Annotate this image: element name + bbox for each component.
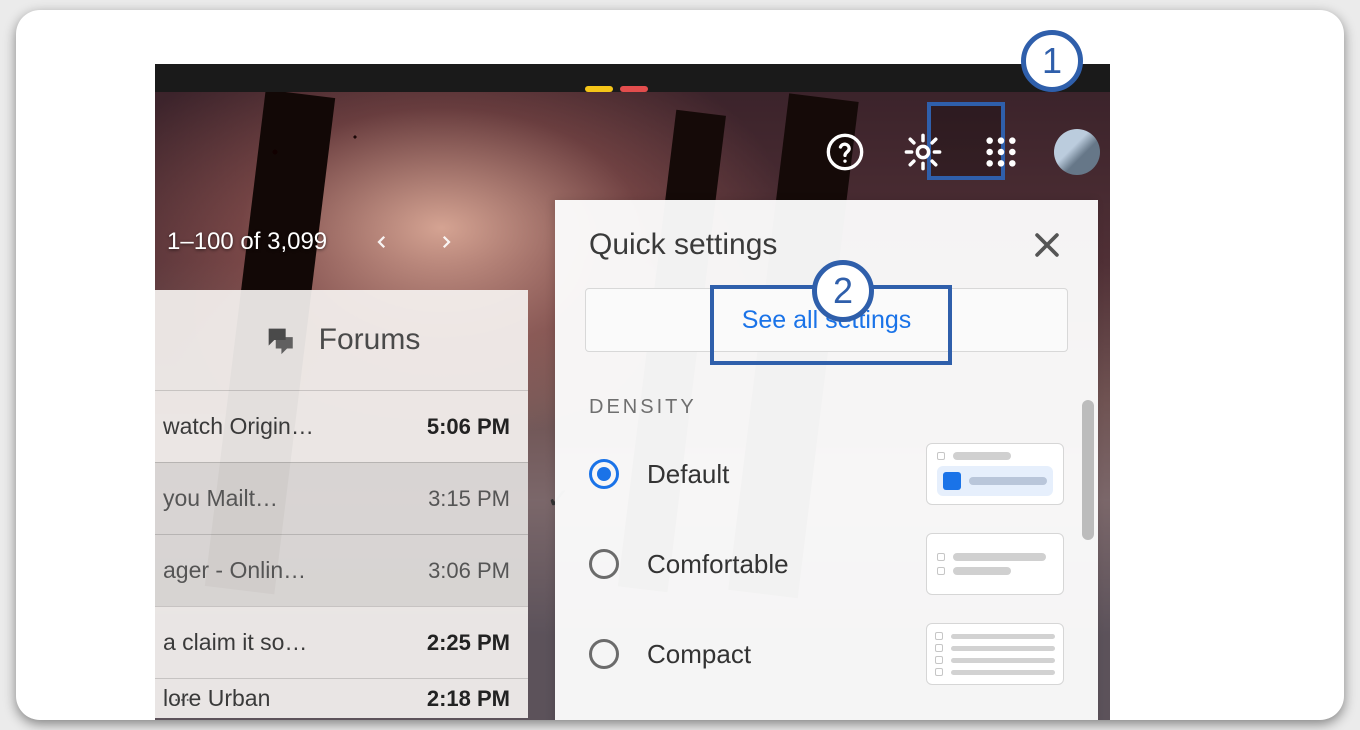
- email-row[interactable]: you Mailt… 3:15 PM ✓: [155, 462, 528, 534]
- email-subject: lore Urban: [163, 685, 413, 712]
- panel-scrollbar[interactable]: [1082, 400, 1094, 540]
- close-icon[interactable]: [1030, 228, 1064, 262]
- density-option-comfortable[interactable]: Comfortable: [555, 519, 1098, 609]
- category-tab-forums[interactable]: Forums , …: [155, 290, 528, 390]
- density-option-label: Comfortable: [647, 549, 789, 580]
- chevron-right-icon[interactable]: [437, 233, 455, 251]
- settings-gear-icon[interactable]: [898, 127, 948, 177]
- tutorial-card: 1–100 of 3,099 Forums , … watch Origin… …: [16, 10, 1344, 720]
- email-subject: a claim it so…: [163, 629, 413, 656]
- email-subject: ager - Onlin…: [163, 557, 414, 584]
- radio-unselected-icon: [589, 549, 619, 579]
- density-preview-comfortable: [926, 533, 1064, 595]
- density-preview-default: [926, 443, 1064, 505]
- email-subject: you Mailt…: [163, 485, 414, 512]
- forums-icon: [263, 323, 297, 357]
- email-row[interactable]: lore Urban 2:18 PM: [155, 678, 528, 718]
- email-time: 3:06 PM: [428, 558, 510, 584]
- annotation-badge-1: 1: [1021, 30, 1083, 92]
- pagination-range: 1–100 of 3,099: [167, 228, 327, 256]
- email-time: 3:15 PM: [428, 486, 510, 512]
- density-preview-compact: [926, 623, 1064, 685]
- radio-unselected-icon: [589, 639, 619, 669]
- help-icon[interactable]: [820, 127, 870, 177]
- density-option-compact[interactable]: Compact: [555, 609, 1098, 699]
- email-time: 2:25 PM: [427, 630, 510, 656]
- apps-grid-icon[interactable]: [976, 127, 1026, 177]
- density-option-label: Compact: [647, 639, 751, 670]
- app-viewport: 1–100 of 3,099 Forums , … watch Origin… …: [155, 64, 1110, 720]
- email-row[interactable]: ager - Onlin… 3:06 PM: [155, 534, 528, 606]
- pagination-bar: 1–100 of 3,099: [167, 228, 455, 256]
- email-time: 2:18 PM: [427, 686, 510, 712]
- density-option-label: Default: [647, 459, 729, 490]
- density-option-default[interactable]: Default: [555, 429, 1098, 519]
- annotation-badge-2: 2: [812, 260, 874, 322]
- density-section-label: DENSITY: [589, 396, 1064, 419]
- chevron-left-icon[interactable]: [373, 233, 391, 251]
- quick-settings-title: Quick settings: [589, 228, 777, 262]
- account-avatar[interactable]: [1054, 129, 1100, 175]
- header-icon-row: [820, 120, 1100, 184]
- email-time: 5:06 PM: [427, 414, 510, 440]
- radio-selected-icon: [589, 459, 619, 489]
- browser-chrome-bar: [155, 64, 1110, 92]
- category-tab-label: Forums: [319, 323, 421, 357]
- email-subject: watch Origin…: [163, 413, 413, 440]
- email-row[interactable]: a claim it so… 2:25 PM: [155, 606, 528, 678]
- email-list-column: Forums , … watch Origin… 5:06 PM you Mai…: [155, 290, 528, 718]
- email-row[interactable]: watch Origin… 5:06 PM: [155, 390, 528, 462]
